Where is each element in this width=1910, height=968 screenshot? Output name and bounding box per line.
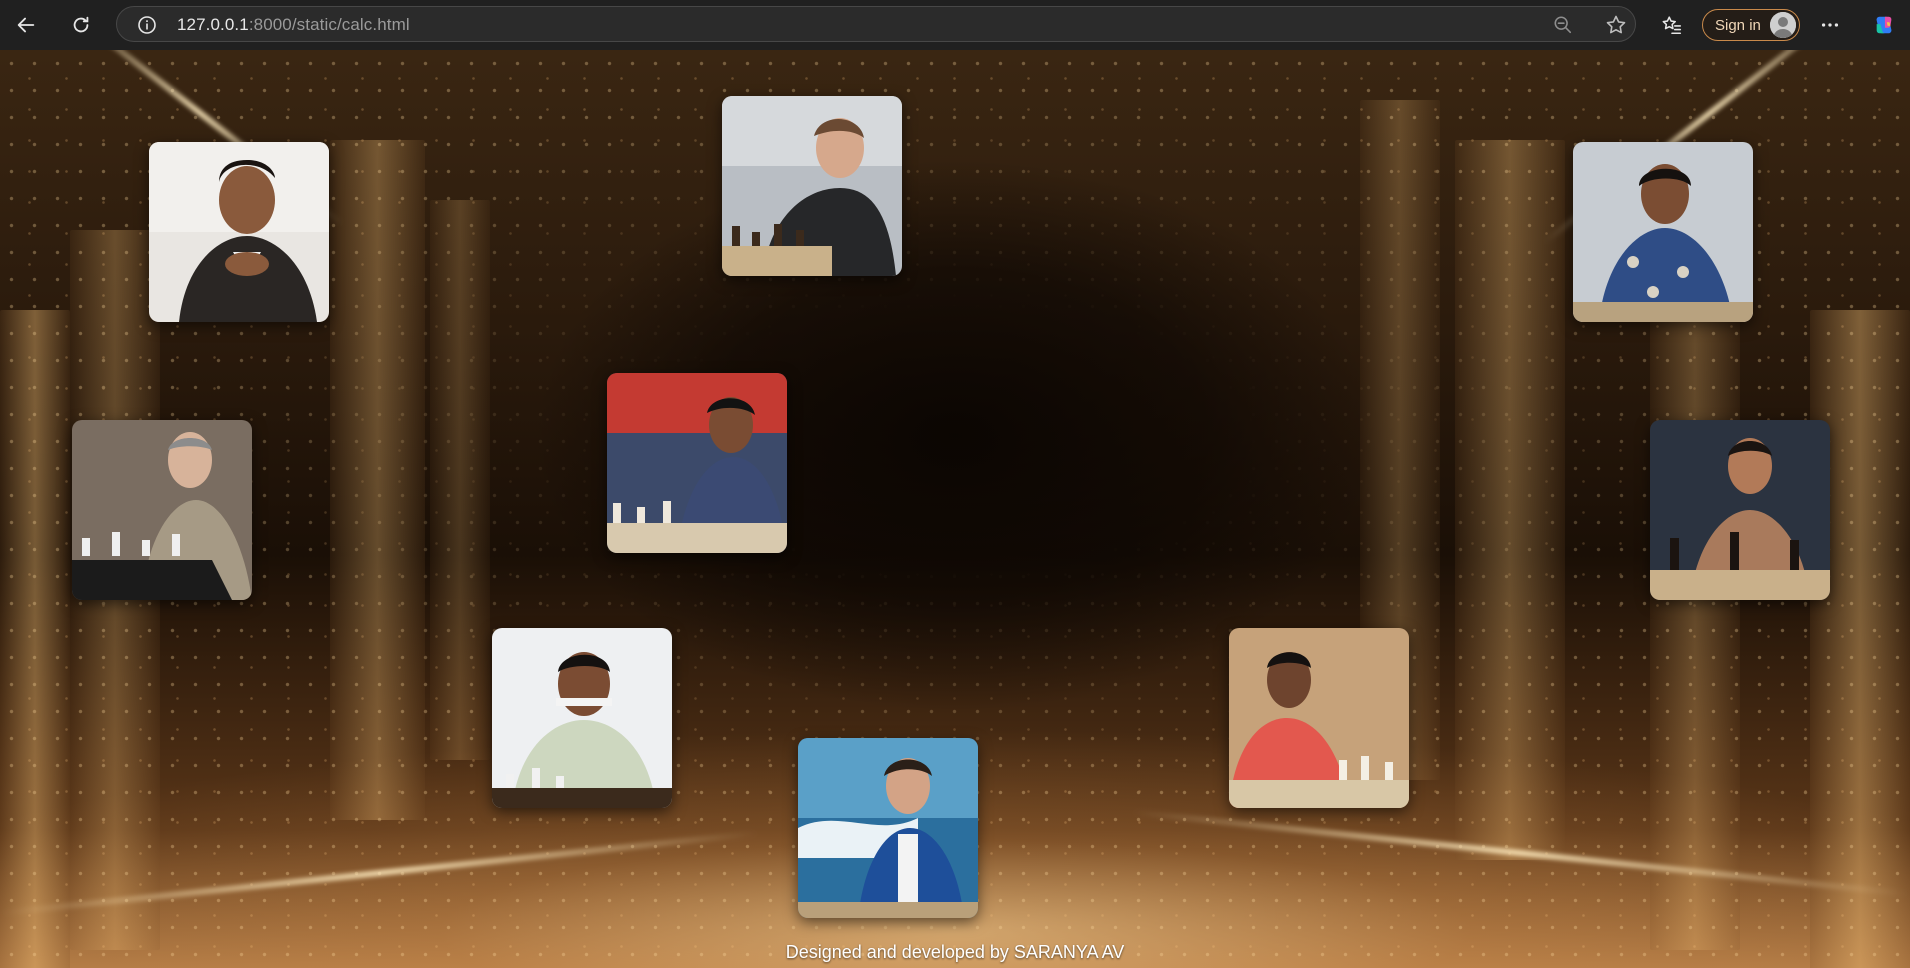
- browser-toolbar: 127.0.0.1:8000/static/calc.html Sign in: [0, 0, 1910, 50]
- url-path: :8000/static/calc.html: [248, 15, 410, 34]
- favorites-list-icon[interactable]: [1656, 9, 1688, 41]
- more-options-icon[interactable]: [1814, 9, 1846, 41]
- profile-avatar-icon: [1770, 12, 1796, 38]
- address-bar[interactable]: 127.0.0.1:8000/static/calc.html: [116, 6, 1636, 42]
- player-photo-9[interactable]: [1229, 628, 1409, 808]
- player-photo-3[interactable]: [1573, 142, 1753, 322]
- player-photo-6[interactable]: [1650, 420, 1830, 600]
- zoom-out-icon[interactable]: [1551, 14, 1575, 36]
- url-host: 127.0.0.1: [177, 15, 249, 34]
- footer-credit: Designed and developed by SARANYA AV: [785, 942, 1125, 962]
- url-text[interactable]: 127.0.0.1:8000/static/calc.html: [177, 15, 410, 35]
- player-photo-2[interactable]: [722, 96, 902, 276]
- sign-in-button[interactable]: Sign in: [1702, 9, 1800, 41]
- player-photo-4[interactable]: [72, 420, 252, 600]
- player-photo-5[interactable]: [607, 373, 787, 553]
- reload-icon[interactable]: [65, 9, 97, 41]
- favorite-star-icon[interactable]: [1604, 14, 1628, 36]
- sign-in-label: Sign in: [1715, 16, 1761, 34]
- player-photo-1[interactable]: [149, 142, 329, 322]
- back-arrow-icon[interactable]: [10, 9, 42, 41]
- copilot-icon[interactable]: [1868, 9, 1900, 41]
- page-background: Designed and developed by SARANYA AV: [0, 50, 1910, 968]
- player-photo-8[interactable]: [798, 738, 978, 918]
- site-info-icon[interactable]: [137, 15, 157, 35]
- player-photo-7[interactable]: [492, 628, 672, 808]
